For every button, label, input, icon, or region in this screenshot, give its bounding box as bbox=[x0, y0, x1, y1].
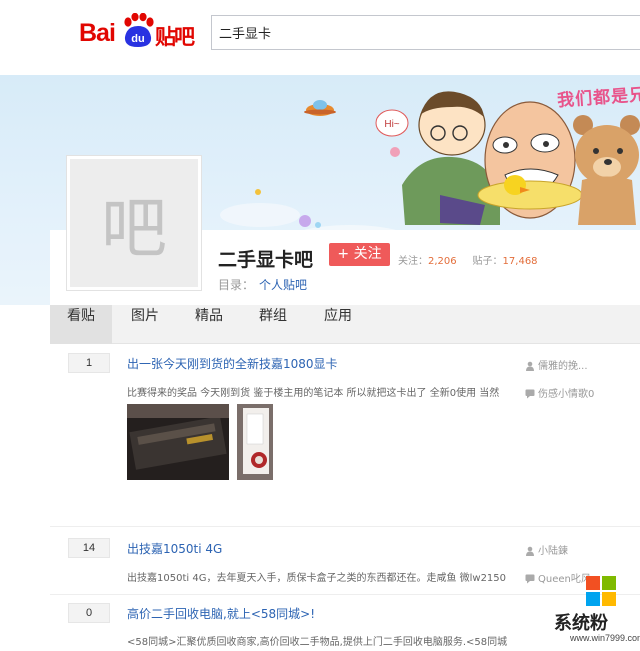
logo-cn-text: 贴吧 bbox=[155, 25, 195, 49]
last-reply-user: Queen叱风 bbox=[538, 574, 591, 585]
comment-icon bbox=[525, 389, 535, 399]
thread-abstract: 出技嘉1050ti 4G，去年夏天入手，质保卡盒子之类的东西都还在。走咸鱼 微l… bbox=[127, 573, 507, 584]
bear-character bbox=[573, 115, 640, 225]
search-input[interactable] bbox=[212, 16, 640, 49]
svg-text:Hi~: Hi~ bbox=[384, 119, 399, 130]
thread-title-link[interactable]: 出技嘉1050ti 4G bbox=[127, 540, 222, 557]
baidu-tieba-logo[interactable]: Bai du 贴吧 bbox=[79, 13, 197, 49]
author-name: 儒雅的挽... bbox=[538, 361, 588, 372]
speech-bubble: Hi~ bbox=[375, 109, 409, 137]
user-icon bbox=[526, 546, 534, 556]
tab-images[interactable]: 图片 bbox=[114, 305, 176, 344]
thread-list: 1 出一张今天刚到货的全新技嘉1080显卡 儒雅的挽... 比赛得来的奖品 今天… bbox=[50, 344, 640, 651]
posts-count: 17,468 bbox=[502, 256, 538, 267]
last-reply-user: 伤感小情歌0 bbox=[538, 389, 595, 400]
paw-icon: du bbox=[124, 13, 154, 47]
catalog-link[interactable]: 个人贴吧 bbox=[259, 278, 307, 292]
thread-item[interactable]: 14 出技嘉1050ti 4G 小陆鍊 出技嘉1050ti 4G，去年夏天入手，… bbox=[50, 527, 640, 595]
tab-groups[interactable]: 群组 bbox=[242, 305, 304, 344]
thread-abstract: 比赛得来的奖品 今天刚到货 鉴于楼主用的笔记本 所以就把这卡出了 全新0使用 当… bbox=[127, 388, 500, 399]
thread-item[interactable]: 1 出一张今天刚到货的全新技嘉1080显卡 儒雅的挽... 比赛得来的奖品 今天… bbox=[50, 344, 640, 527]
followers-label: 关注： bbox=[398, 256, 428, 267]
comment-icon bbox=[525, 574, 535, 584]
thread-last-reply[interactable]: Queen叱风 bbox=[525, 570, 591, 585]
thread-last-reply[interactable]: 伤感小情歌0 bbox=[525, 385, 594, 400]
top-bar: Bai du 贴吧 bbox=[0, 0, 640, 75]
forum-tabs: 看贴 图片 精品 群组 应用 bbox=[50, 305, 640, 344]
forum-catalog: 目录： 个人贴吧 bbox=[218, 276, 307, 293]
reply-count-badge: 14 bbox=[68, 538, 110, 558]
reply-count-badge: 1 bbox=[68, 353, 110, 373]
posts-label: 贴子： bbox=[472, 256, 503, 267]
followers-count: 2,206 bbox=[428, 256, 457, 267]
thread-thumbnail[interactable] bbox=[237, 404, 273, 480]
forum-avatar[interactable]: 吧 bbox=[66, 155, 202, 291]
ufo-icon bbox=[304, 100, 336, 116]
logo-latin-text: Bai bbox=[79, 19, 116, 47]
reply-count-badge: 0 bbox=[68, 603, 110, 623]
windows-logo-icon bbox=[586, 576, 616, 606]
author-name: 小陆鍊 bbox=[538, 546, 568, 557]
forum-name: 二手显卡吧 bbox=[218, 249, 314, 271]
paw-text: du bbox=[131, 33, 144, 45]
tab-posts[interactable]: 看贴 bbox=[50, 305, 112, 344]
thread-title-link[interactable]: 出一张今天刚到货的全新技嘉1080显卡 bbox=[127, 355, 338, 372]
user-icon bbox=[526, 361, 534, 371]
forum-stats: 关注：2,206 贴子：17,468 bbox=[398, 252, 538, 267]
watermark-url: www.win7999.com bbox=[570, 633, 640, 643]
tab-apps[interactable]: 应用 bbox=[307, 305, 369, 344]
thread-author[interactable]: 小陆鍊 bbox=[525, 542, 568, 557]
catalog-label: 目录： bbox=[218, 278, 255, 292]
thread-item[interactable]: 0 高价二手回收电脑,就上<58同城>! <58同城>汇聚优质回收商家,高价回收… bbox=[50, 595, 640, 651]
forum-avatar-placeholder: 吧 bbox=[70, 159, 198, 287]
watermark-text: 系统粉 bbox=[554, 613, 608, 634]
tab-featured[interactable]: 精品 bbox=[178, 305, 240, 344]
thread-author[interactable]: 儒雅的挽... bbox=[525, 357, 588, 372]
thread-title-link[interactable]: 高价二手回收电脑,就上<58同城>! bbox=[127, 605, 315, 622]
bald-character bbox=[477, 101, 583, 219]
follow-button[interactable]: + 关注 bbox=[329, 243, 390, 266]
thread-abstract: <58同城>汇聚优质回收商家,高价回收二手物品,提供上门二手回收电脑服务.<58… bbox=[127, 637, 508, 648]
search-box[interactable] bbox=[211, 15, 640, 50]
thread-thumbnail[interactable] bbox=[127, 404, 229, 480]
